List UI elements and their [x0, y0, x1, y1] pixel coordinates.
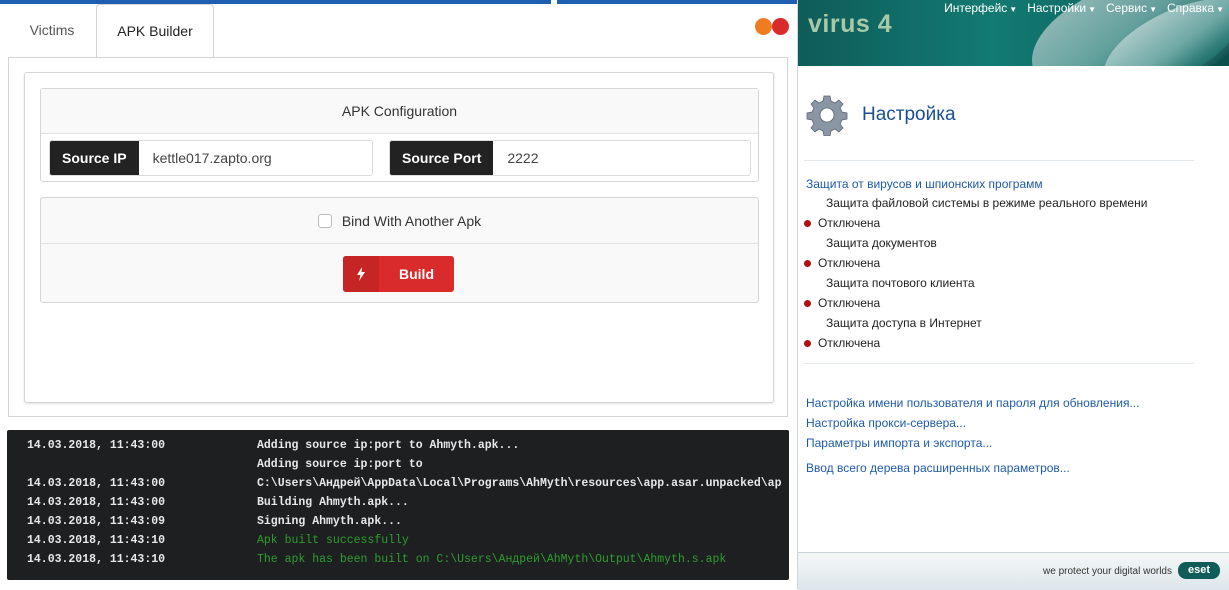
- builder-card: APK Configuration Source IP Source Port …: [24, 72, 774, 403]
- eset-page-title: Настройка: [862, 104, 956, 125]
- log-message: The apk has been built on C:\Users\Андре…: [257, 553, 727, 566]
- log-message: C:\Users\Андрей\AppData\Local\Programs\A…: [257, 477, 782, 490]
- menu-service[interactable]: Сервис ▼: [1106, 1, 1157, 15]
- status-dot-icon: [804, 339, 811, 347]
- module-name: Защита файловой системы в режиме реально…: [826, 196, 1148, 210]
- bind-apk-toggle[interactable]: Bind With Another Apk: [41, 198, 758, 244]
- source-port-input[interactable]: [493, 141, 750, 175]
- menu-settings[interactable]: Настройки ▼: [1027, 1, 1096, 15]
- caret-down-icon: ▼: [1088, 5, 1096, 14]
- log-message: Adding source ip:port to: [257, 458, 423, 471]
- eset-title-row: Настройка: [806, 90, 956, 140]
- bind-panel: Bind With Another Apk Build: [40, 197, 759, 303]
- apk-configuration-panel: APK Configuration Source IP Source Port: [40, 88, 759, 182]
- log-timestamp: 14.03.2018, 11:43:10: [27, 534, 166, 547]
- source-port-label: Source Port: [390, 141, 494, 175]
- separator: [804, 363, 1194, 364]
- gear-icon: [806, 95, 848, 136]
- module-name: Защита документов: [826, 236, 937, 250]
- bolt-icon: [343, 256, 379, 292]
- update-credentials-link[interactable]: Настройка имени пользователя и пароля дл…: [806, 396, 1139, 410]
- menu-help[interactable]: Справка ▼: [1167, 1, 1224, 15]
- tab-apk-builder[interactable]: APK Builder: [96, 4, 214, 58]
- config-title: APK Configuration: [41, 89, 758, 134]
- module-name: Защита доступа в Интернет: [826, 316, 982, 330]
- status-dot-icon: [804, 299, 811, 307]
- import-export-link[interactable]: Параметры импорта и экспорта...: [806, 436, 992, 450]
- log-message: Adding source ip:port to Ahmyth.apk...: [257, 439, 520, 452]
- log-message: Signing Ahmyth.apk...: [257, 515, 402, 528]
- log-timestamp: 14.03.2018, 11:43:09: [27, 515, 166, 528]
- bind-label: Bind With Another Apk: [341, 212, 482, 229]
- caret-down-icon: ▼: [1216, 5, 1224, 14]
- eset-header: virus 4 Интерфейс ▼ Настройки ▼ Сервис ▼ Сп…: [798, 0, 1229, 66]
- eset-brand-title: virus 4: [808, 10, 893, 38]
- eset-window: virus 4 Интерфейс ▼ Настройки ▼ Сервис ▼ Сп…: [797, 0, 1229, 590]
- log-message: Apk built successfully: [257, 534, 409, 547]
- module-name: Защита почтового клиента: [826, 276, 975, 290]
- log-console: 14.03.2018, 11:43:00 Adding source ip:por…: [7, 430, 789, 580]
- apk-builder-panel: APK Configuration Source IP Source Port …: [8, 58, 788, 417]
- source-ip-input[interactable]: [138, 141, 372, 175]
- module-status[interactable]: Отключена: [804, 296, 880, 310]
- proxy-settings-link[interactable]: Настройка прокси-сервера...: [806, 416, 966, 430]
- eset-footer: we protect your digital worlds eset: [798, 552, 1229, 590]
- source-port-group: Source Port: [389, 140, 751, 176]
- ahmyth-window: Victims APK Builder APK Configuration So…: [0, 0, 797, 589]
- build-button[interactable]: Build: [343, 256, 454, 292]
- caret-down-icon: ▼: [1149, 5, 1157, 14]
- tab-bar: Victims APK Builder: [0, 4, 797, 58]
- log-timestamp: 14.03.2018, 11:43:10: [27, 553, 166, 566]
- build-label: Build: [399, 266, 434, 282]
- module-status[interactable]: Отключена: [804, 216, 880, 230]
- minimize-dot-icon[interactable]: [755, 18, 772, 35]
- tab-victims[interactable]: Victims: [8, 4, 96, 57]
- source-ip-label: Source IP: [50, 141, 139, 175]
- module-status[interactable]: Отключена: [804, 256, 880, 270]
- bind-checkbox[interactable]: [317, 213, 332, 228]
- menu-interface[interactable]: Интерфейс ▼: [944, 1, 1017, 15]
- separator: [804, 160, 1194, 161]
- module-status[interactable]: Отключена: [804, 336, 880, 350]
- eset-logo: eset: [1178, 562, 1220, 579]
- window-controls: [755, 18, 795, 36]
- log-timestamp: 14.03.2018, 11:43:00: [27, 496, 166, 509]
- eset-slogan: we protect your digital worlds: [1043, 566, 1172, 577]
- log-message: Building Ahmyth.apk...: [257, 496, 409, 509]
- av-protection-link[interactable]: Защита от вирусов и шпионских программ: [806, 177, 1043, 191]
- advanced-tree-link[interactable]: Ввод всего дерева расширенных параметров…: [806, 461, 1070, 475]
- status-dot-icon: [804, 219, 811, 227]
- log-timestamp: 14.03.2018, 11:43:00: [27, 477, 166, 490]
- source-ip-group: Source IP: [49, 140, 373, 176]
- log-timestamp: 14.03.2018, 11:43:00: [27, 439, 166, 452]
- status-dot-icon: [804, 259, 811, 267]
- caret-down-icon: ▼: [1009, 5, 1018, 14]
- eset-menu-bar: Интерфейс ▼ Настройки ▼ Сервис ▼ Справка ▼: [944, 1, 1224, 15]
- close-dot-icon[interactable]: [772, 18, 789, 35]
